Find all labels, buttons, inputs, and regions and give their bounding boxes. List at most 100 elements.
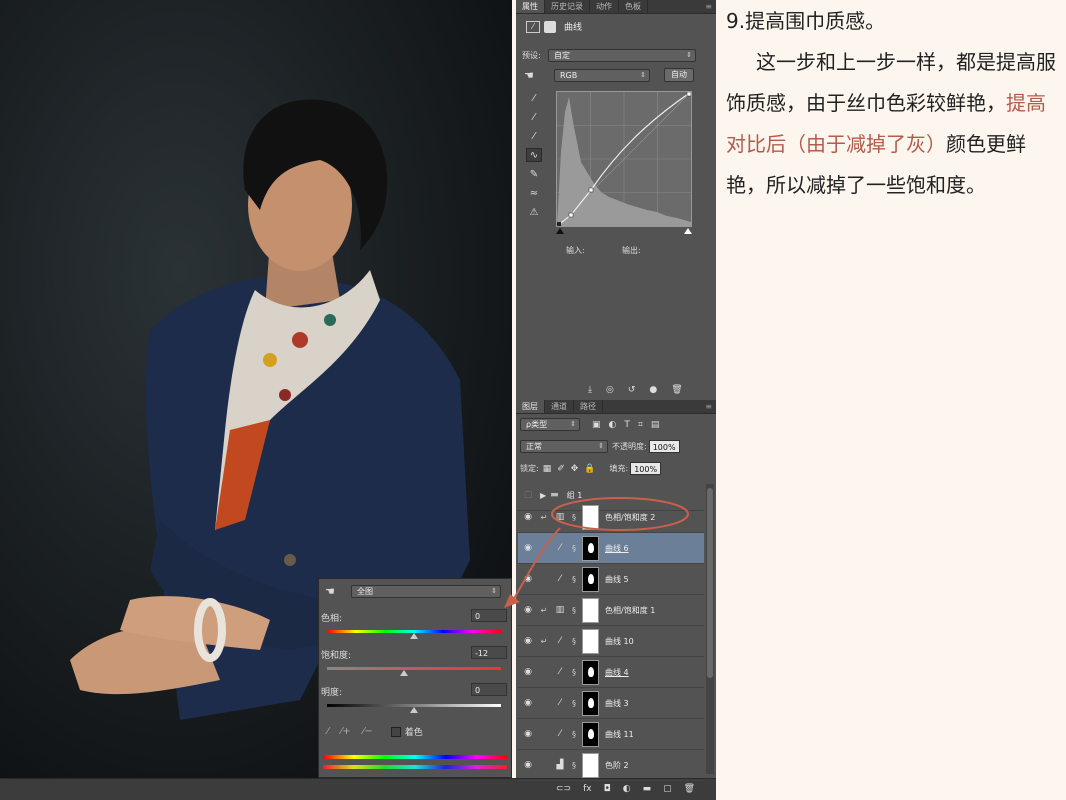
lightness-slider-thumb[interactable] xyxy=(410,707,418,713)
tab-swatches[interactable]: 色板 xyxy=(619,0,648,13)
lightness-input[interactable]: 0 xyxy=(471,683,507,696)
link-icon[interactable]: § xyxy=(570,699,578,708)
output-label: 输出: xyxy=(622,246,641,255)
layer-row[interactable]: ◉ ↵ ⁄ § 曲线 10 xyxy=(518,626,704,657)
layer-mask-thumb[interactable] xyxy=(582,628,599,654)
auto-button[interactable]: 自动 xyxy=(664,68,694,82)
eyedropper-icon[interactable]: ⁄ xyxy=(327,726,329,737)
new-adjustment-icon[interactable]: ◐ xyxy=(623,784,631,794)
layers-scrollbar[interactable] xyxy=(706,484,714,774)
eyedropper-add-icon[interactable]: ⁄+ xyxy=(341,726,351,737)
layer-filter-row: ρ类型 ▣◐T⌗▤ xyxy=(520,418,667,431)
eyedropper-white-icon[interactable]: ⁄ xyxy=(526,130,542,144)
eyedropper-subtract-icon[interactable]: ⁄− xyxy=(363,726,373,737)
clip-arrow-icon: ↵ xyxy=(540,636,548,646)
eye-icon[interactable]: ◉ xyxy=(518,760,538,770)
visibility-icon[interactable]: ● xyxy=(649,385,657,395)
preset-label: 预设: xyxy=(522,51,541,60)
eye-icon[interactable]: ◉ xyxy=(518,729,538,739)
hand-tool-icon[interactable]: ☚ xyxy=(524,69,554,82)
opacity-input[interactable]: 100% xyxy=(648,440,680,453)
layer-mask-thumb[interactable] xyxy=(582,752,599,778)
article-text: 9.提高围巾质感。 这一步和上一步一样，都是提高服饰质感，由于丝巾色彩较鲜艳，提… xyxy=(726,6,1062,206)
saturation-slider[interactable] xyxy=(327,667,501,670)
layer-filter-select[interactable]: ρ类型 xyxy=(520,418,580,431)
lock-icons[interactable]: ▦✐✥🔒 xyxy=(543,464,602,474)
add-mask-icon[interactable]: ◘ xyxy=(604,784,611,794)
black-point-slider[interactable] xyxy=(556,228,564,234)
properties-footer: ⤓ ◎ ↺ ● 🗑 xyxy=(588,385,683,395)
blend-mode-select[interactable]: 正常 xyxy=(520,440,608,453)
eye-icon[interactable]: ◉ xyxy=(518,667,538,677)
link-icon[interactable]: § xyxy=(570,730,578,739)
range-select[interactable]: 全图 xyxy=(351,585,501,598)
curves-adjustment-icon: ⁄ xyxy=(559,636,561,646)
colorize-checkbox[interactable] xyxy=(390,726,401,737)
eyedropper-black-icon[interactable]: ⁄ xyxy=(526,92,542,106)
input-range-slider[interactable] xyxy=(556,228,692,234)
lock-row: 锁定: ▦✐✥🔒 填充: 100% xyxy=(520,462,662,475)
properties-header: ⁄ 曲线 xyxy=(526,20,582,33)
curve-point-tool-icon[interactable]: ∿ xyxy=(526,148,542,162)
curves-adjustment-icon: ⁄ xyxy=(559,667,561,677)
tab-layers[interactable]: 图层 xyxy=(516,400,545,413)
delete-layer-icon[interactable]: 🗑 xyxy=(684,784,695,794)
layer-row[interactable]: ◉ ⁄ § 曲线 3 xyxy=(518,688,704,719)
link-icon[interactable]: § xyxy=(570,637,578,646)
layer-mask-thumb[interactable] xyxy=(582,659,599,685)
huesat-panel: ☚ 全图 色相: 0 饱和度: -12 明度: 0 ⁄ ⁄+ ⁄− 着色 xyxy=(318,578,512,778)
saturation-label: 饱和度: xyxy=(321,651,352,661)
fx-icon[interactable]: fx xyxy=(583,784,592,794)
tab-properties[interactable]: 属性 xyxy=(516,0,545,13)
properties-tabbar: 属性 历史记录 动作 色板 ≡ xyxy=(516,0,716,14)
layer-mask-thumb[interactable] xyxy=(582,690,599,716)
white-point-slider[interactable] xyxy=(684,228,692,234)
link-layers-icon[interactable]: ⊂⊃ xyxy=(556,784,571,794)
eye-icon[interactable]: ◉ xyxy=(518,636,538,646)
clip-to-layer-icon[interactable]: ⤓ xyxy=(588,385,592,395)
preset-row: 预设: 自定 xyxy=(522,49,696,62)
filter-type-icons[interactable]: ▣◐T⌗▤ xyxy=(592,420,667,430)
preset-select[interactable]: 自定 xyxy=(548,49,696,62)
link-icon[interactable]: § xyxy=(570,668,578,677)
trash-icon[interactable]: 🗑 xyxy=(671,385,682,395)
eye-icon[interactable]: ◉ xyxy=(518,698,538,708)
layer-row[interactable]: ◉ ⁄ § 曲线 11 xyxy=(518,719,704,750)
mask-icon[interactable] xyxy=(544,20,556,33)
eyedropper-gray-icon[interactable]: ⁄ xyxy=(526,111,542,125)
hand-tool-icon[interactable]: ☚ xyxy=(325,585,351,598)
reset-icon[interactable]: ↺ xyxy=(628,385,636,395)
panel-menu-icon[interactable]: ≡ xyxy=(705,0,712,13)
smooth-tool-icon[interactable]: ≈ xyxy=(526,187,542,201)
new-group-icon[interactable]: ▬ xyxy=(643,784,652,794)
link-icon[interactable]: § xyxy=(570,761,578,770)
hue-slider-thumb[interactable] xyxy=(410,633,418,639)
layers-menu-icon[interactable]: ≡ xyxy=(705,400,712,413)
layer-name: 曲线 4 xyxy=(605,667,629,677)
layer-mask-thumb[interactable] xyxy=(582,721,599,747)
result-color-bar xyxy=(323,765,507,769)
colorize-label: 着色 xyxy=(404,728,423,738)
saturation-slider-thumb[interactable] xyxy=(399,670,408,676)
annotation-overlay xyxy=(504,497,689,608)
fill-input[interactable]: 100% xyxy=(630,462,662,475)
layer-row[interactable]: ◉ ▟ § 色阶 2 xyxy=(518,750,704,781)
view-previous-icon[interactable]: ◎ xyxy=(606,385,614,395)
layer-row[interactable]: ◉ ⁄ § 曲线 4 xyxy=(518,657,704,688)
curves-histogram xyxy=(556,91,692,227)
saturation-input[interactable]: -12 xyxy=(471,646,507,659)
layer-name: 曲线 3 xyxy=(605,698,629,708)
pencil-tool-icon[interactable]: ✎ xyxy=(526,168,542,182)
tab-paths[interactable]: 路径 xyxy=(574,400,603,413)
tab-history[interactable]: 历史记录 xyxy=(545,0,590,13)
annotation-arrowhead xyxy=(504,594,520,608)
tab-actions[interactable]: 动作 xyxy=(590,0,619,13)
tab-channels[interactable]: 通道 xyxy=(545,400,574,413)
new-layer-icon[interactable]: ▢ xyxy=(663,784,672,794)
levels-adjustment-icon: ▟ xyxy=(556,760,564,770)
channel-select[interactable]: RGB xyxy=(554,68,650,82)
lock-label: 锁定: xyxy=(520,464,539,473)
blend-row: 正常 不透明度: 100% xyxy=(520,440,680,453)
clipping-warning-icon[interactable]: ⚠ xyxy=(526,206,542,220)
curves-graph[interactable] xyxy=(556,91,692,227)
